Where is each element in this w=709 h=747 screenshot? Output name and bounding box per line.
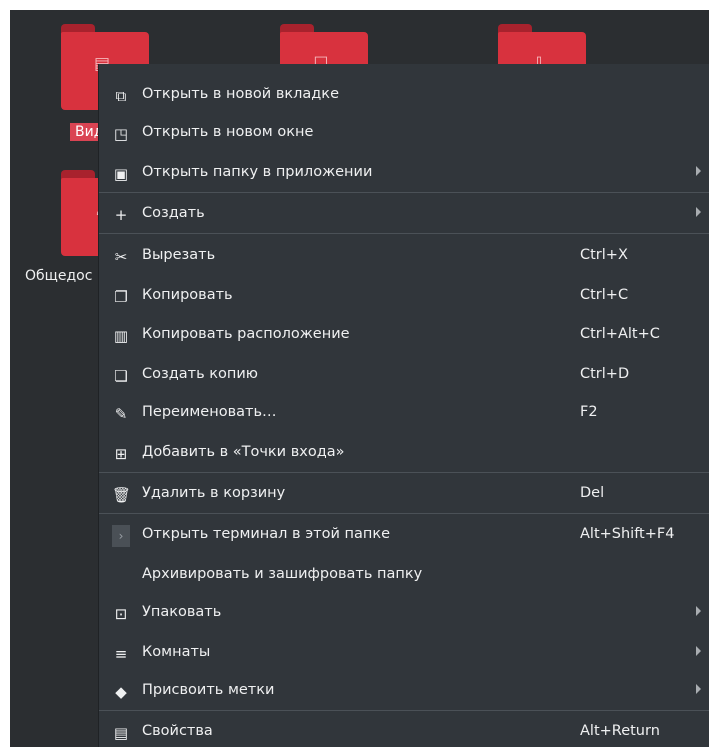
- submenu-arrow-icon: [696, 684, 701, 694]
- trash-icon: 🗑: [112, 486, 132, 504]
- menu-item-compress[interactable]: ⊡ Упаковать: [99, 594, 709, 634]
- menu-item-assign-tags[interactable]: ◆ Присвоить метки: [99, 672, 709, 712]
- menu-separator: [99, 710, 709, 711]
- menu-item-duplicate[interactable]: ❏ Создать копию Ctrl+D: [99, 356, 709, 396]
- plus-icon: +: [114, 206, 128, 224]
- new-tab-icon: ⧉: [115, 87, 127, 105]
- folder-label-public[interactable]: Общедос: [25, 268, 92, 284]
- menu-item-open-new-tab[interactable]: ⧉ Открыть в новой вкладке: [99, 76, 709, 116]
- menu-item-add-to-places[interactable]: ⊞ Добавить в «Точки входа»: [99, 434, 709, 474]
- menu-separator: [99, 233, 709, 234]
- menu-item-rename[interactable]: ✎ Переименовать… F2: [99, 394, 709, 434]
- submenu-arrow-icon: [696, 207, 701, 217]
- menu-item-open-with[interactable]: ▣ Открыть папку в приложении: [99, 154, 709, 194]
- menu-item-archive-encrypt[interactable]: Архивировать и зашифровать папку: [99, 556, 709, 596]
- menu-item-open-terminal[interactable]: › Открыть терминал в этой папке Alt+Shif…: [99, 516, 709, 556]
- rename-icon: ✎: [114, 405, 128, 423]
- menu-item-open-new-window[interactable]: ◳ Открыть в новом окне: [99, 114, 709, 154]
- menu-item-properties[interactable]: ▤ Свойства Alt+Return: [99, 713, 709, 747]
- menu-item-create-new[interactable]: + Создать: [99, 195, 709, 235]
- duplicate-icon: ❏: [114, 367, 128, 385]
- menu-item-move-to-trash[interactable]: 🗑 Удалить в корзину Del: [99, 475, 709, 515]
- menu-item-copy[interactable]: ❐ Копировать Ctrl+C: [99, 277, 709, 317]
- archive-icon: ⊡: [114, 605, 128, 623]
- terminal-icon: ›: [112, 525, 130, 547]
- context-menu: ⧉ Открыть в новой вкладке ◳ Открыть в но…: [98, 64, 709, 747]
- new-window-icon: ◳: [113, 125, 129, 143]
- copy-icon: ❐: [114, 288, 128, 306]
- copy-location-icon: ▥: [113, 327, 129, 345]
- properties-icon: ▤: [113, 724, 129, 742]
- submenu-arrow-icon: [696, 606, 701, 616]
- menu-item-cut[interactable]: ✂ Вырезать Ctrl+X: [99, 237, 709, 277]
- menu-separator: [99, 192, 709, 193]
- open-with-icon: ▣: [113, 165, 129, 183]
- menu-item-copy-location[interactable]: ▥ Копировать расположение Ctrl+Alt+C: [99, 316, 709, 356]
- activities-icon: ≡: [114, 645, 128, 663]
- submenu-arrow-icon: [696, 646, 701, 656]
- menu-separator: [99, 513, 709, 514]
- menu-separator: [99, 472, 709, 473]
- cut-icon: ✂: [114, 248, 128, 266]
- tag-icon: ◆: [115, 683, 127, 701]
- submenu-arrow-icon: [696, 166, 701, 176]
- menu-item-activities[interactable]: ≡ Комнаты: [99, 634, 709, 674]
- bookmark-add-icon: ⊞: [114, 445, 128, 463]
